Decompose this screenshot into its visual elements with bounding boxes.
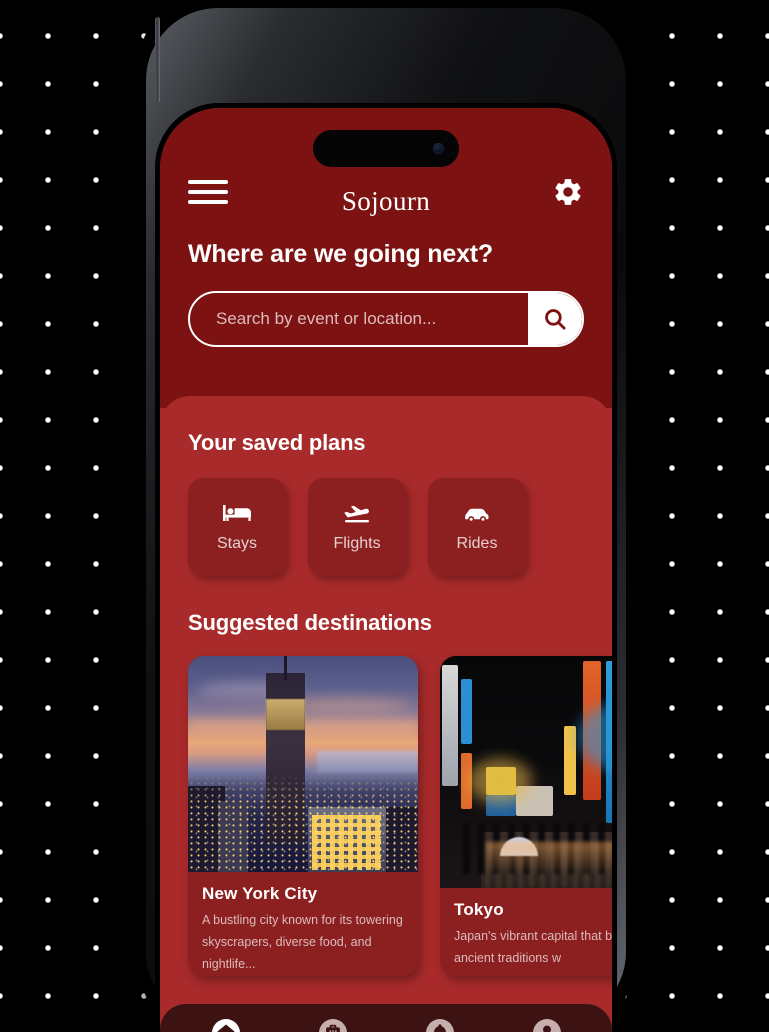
hamburger-menu-icon[interactable]	[188, 180, 228, 204]
destination-name: New York City	[202, 884, 318, 904]
plan-label: Stays	[216, 535, 257, 552]
home-icon	[211, 1018, 241, 1032]
saved-plans-list: Stays Flights Rides	[188, 478, 584, 576]
plan-label: Flights	[333, 535, 381, 552]
plan-tile-stays[interactable]: Stays	[188, 478, 286, 576]
destination-description: Japan's vibrant capital that blends anci…	[454, 929, 612, 965]
search-input[interactable]	[190, 293, 528, 345]
destination-image-tokyo	[440, 656, 612, 888]
page-headline: Where are we going next?	[188, 240, 493, 268]
plan-label: Rides	[456, 535, 498, 552]
destination-card-new-york-city[interactable]: New York City A bustling city known for …	[188, 656, 418, 976]
airplane-takeoff-icon	[344, 505, 369, 523]
nav-item-trips[interactable]: Trips	[291, 1018, 375, 1032]
bell-icon	[425, 1018, 455, 1032]
destination-card-tokyo[interactable]: Tokyo Japan's vibrant capital that blend…	[440, 656, 612, 976]
dynamic-island	[313, 130, 459, 167]
person-icon	[532, 1018, 562, 1032]
search-bar	[188, 291, 584, 347]
phone-mockup: Sojourn Where are we going next? Your sa…	[146, 8, 626, 1032]
search-button[interactable]	[528, 293, 582, 345]
power-button[interactable]	[155, 17, 160, 103]
destinations-carousel[interactable]: New York City A bustling city known for …	[188, 656, 612, 976]
plan-tile-rides[interactable]: Rides	[428, 478, 526, 576]
app-brand-title: Sojourn	[341, 186, 431, 216]
car-icon	[465, 508, 489, 523]
phone-screen: Sojourn Where are we going next? Your sa…	[160, 108, 612, 1032]
bed-icon	[223, 505, 251, 521]
nav-item-home[interactable]: Home	[184, 1018, 268, 1032]
front-camera-icon	[433, 143, 444, 154]
content-panel: Your saved plans Stays Flights Rides Sug…	[160, 396, 612, 1032]
destination-meta: New York City A bustling city known for …	[188, 872, 418, 976]
destinations-title: Suggested destinations	[188, 610, 432, 635]
destination-meta: Tokyo Japan's vibrant capital that blend…	[440, 888, 612, 970]
suitcase-icon	[318, 1018, 348, 1032]
nav-item-profile[interactable]: Profile	[505, 1018, 589, 1032]
plan-tile-flights[interactable]: Flights	[308, 478, 406, 576]
gear-icon[interactable]	[552, 176, 584, 208]
bottom-navigation-bar: Home Trips	[160, 1004, 612, 1032]
saved-plans-title: Your saved plans	[188, 430, 366, 455]
search-icon	[545, 309, 566, 330]
destination-description: A bustling city known for its towering s…	[202, 913, 403, 972]
nav-item-updates[interactable]: Updates	[398, 1018, 482, 1032]
destination-image-new-york-city	[188, 656, 418, 873]
phone-bezel: Sojourn Where are we going next? Your sa…	[155, 103, 617, 1032]
destination-name: Tokyo	[454, 900, 504, 919]
